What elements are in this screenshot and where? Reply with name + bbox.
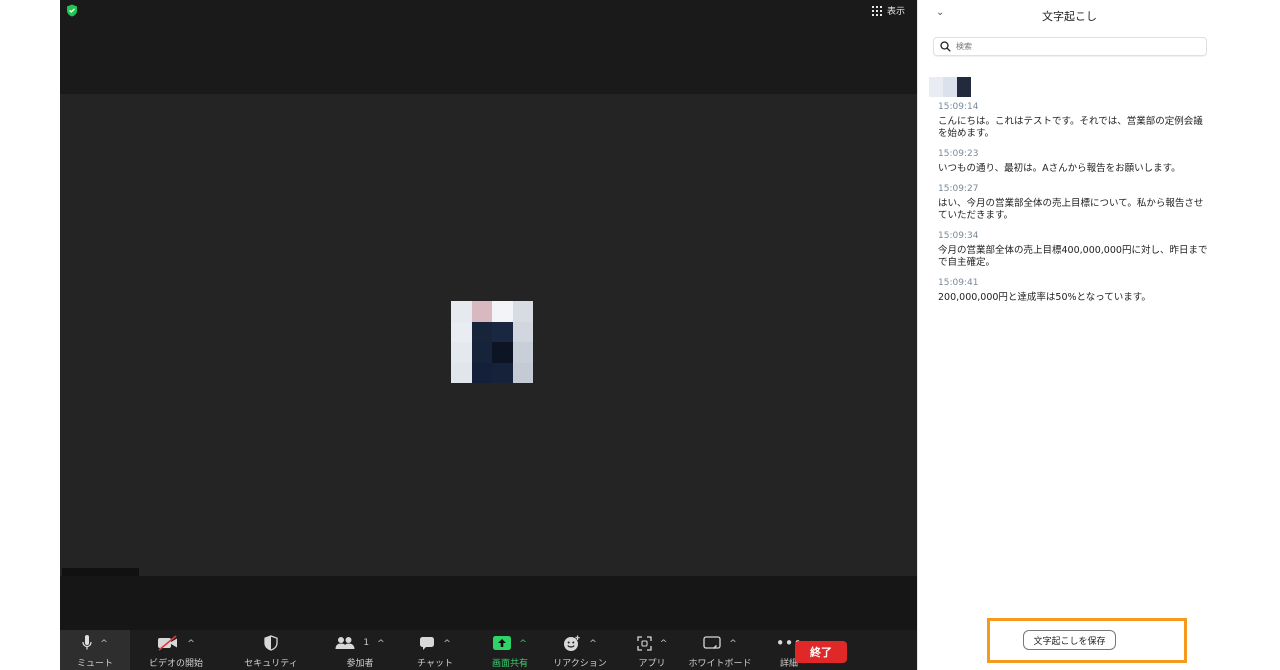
meeting-bottom-strip <box>60 576 917 630</box>
chevron-up-icon[interactable]: ^ <box>519 639 527 649</box>
avatar-pixel <box>512 321 533 342</box>
video-off-icon <box>158 635 178 651</box>
avatar-pixel <box>492 321 513 342</box>
chevron-up-icon[interactable]: ^ <box>729 639 737 649</box>
apps-label: アプリ <box>638 659 666 669</box>
video-area <box>60 94 917 576</box>
mute-label: ミュート <box>76 659 113 669</box>
save-transcript-button[interactable]: 文字起こしを保存 <box>1023 630 1116 650</box>
view-label: 表示 <box>886 7 905 17</box>
mute-button[interactable]: ^ ミュート <box>60 630 130 670</box>
avatar-pixel <box>512 362 533 383</box>
screen: 表示 ^ ミュート ^ ビデオの開始 セキュリティ 1 ^ 参加者 ^ チャット… <box>0 0 1280 670</box>
transcript-panel: ⌄ 文字起こし 15:09:14 こんにちは。これはテストです。それでは、営業部の… <box>917 0 1220 670</box>
chevron-up-icon[interactable]: ^ <box>660 639 668 649</box>
avatar-pixel <box>451 362 472 383</box>
avatar-pixel <box>451 321 472 342</box>
meeting-top-bar: 表示 <box>60 0 917 94</box>
avatar-pixel <box>471 321 492 342</box>
whiteboard-button[interactable]: ^ ホワイトボード <box>680 630 760 670</box>
whiteboard-label: ホワイトボード <box>688 659 752 669</box>
end-meeting-button[interactable]: 終了 <box>795 641 847 663</box>
chat-label: チャット <box>417 659 453 669</box>
avatar-pixel <box>451 301 472 322</box>
entry-text: いつもの通り、最初は。Aさんから報告をお願いします。 <box>938 163 1181 174</box>
participants-label: 参加者 <box>346 659 374 669</box>
avatar-pixel <box>471 301 492 322</box>
panel-title: 文字起こし <box>1042 10 1097 23</box>
transcript-header: ⌄ 文字起こし <box>918 0 1221 30</box>
participant-avatar <box>451 301 533 383</box>
transcript-list: 15:09:14 こんにちは。これはテストです。それでは、営業部の定例会議を始めま… <box>938 101 1208 312</box>
grid-icon <box>871 5 882 16</box>
transcript-search[interactable] <box>933 37 1207 56</box>
security-label: セキュリティ <box>244 659 298 669</box>
chat-button[interactable]: ^ チャット <box>405 630 465 670</box>
avatar-pixel <box>492 362 513 383</box>
avatar-pixel <box>492 342 513 363</box>
meeting-window: 表示 ^ ミュート ^ ビデオの開始 セキュリティ 1 ^ 参加者 ^ チャット… <box>60 0 917 670</box>
shield-icon[interactable] <box>66 4 78 17</box>
participants-button[interactable]: 1 ^ 参加者 <box>325 630 395 670</box>
entry-timestamp: 15:09:34 <box>938 231 979 241</box>
avatar-pixel <box>471 362 492 383</box>
avatar-pixel <box>471 342 492 363</box>
participants-icon <box>335 637 355 649</box>
participants-count: 1 <box>363 638 370 648</box>
transcript-entry: 15:09:34 今月の営業部全体の売上目標400,000,000円に対し、昨日ま… <box>938 230 1208 269</box>
start-video-button[interactable]: ^ ビデオの開始 <box>136 630 216 670</box>
meeting-toolbar: ^ ミュート ^ ビデオの開始 セキュリティ 1 ^ 参加者 ^ チャット ^ … <box>60 630 917 670</box>
search-input[interactable] <box>956 42 1196 51</box>
emoji-icon <box>564 635 580 651</box>
share-screen-icon <box>493 636 512 650</box>
entry-timestamp: 15:09:41 <box>938 278 979 288</box>
microphone-icon <box>82 635 92 650</box>
apps-button[interactable]: ^ アプリ <box>622 630 682 670</box>
chevron-up-icon[interactable]: ^ <box>100 639 108 649</box>
chevron-up-icon[interactable]: ^ <box>187 639 195 649</box>
view-button[interactable]: 表示 <box>871 4 905 17</box>
security-button[interactable]: セキュリティ <box>236 630 306 670</box>
chevron-up-icon[interactable]: ^ <box>443 639 451 649</box>
chevron-up-icon[interactable]: ^ <box>377 639 385 649</box>
transcript-entry: 15:09:41 200,000,000円と達成率は50%となっています。 <box>938 277 1208 304</box>
chevron-up-icon[interactable]: ^ <box>589 639 597 649</box>
reactions-label: リアクション <box>553 659 607 669</box>
apps-icon <box>637 635 652 651</box>
whiteboard-icon <box>703 635 721 649</box>
transcript-entry: 15:09:27 はい、今月の営業部全体の売上目標について。私から報告させていただ… <box>938 183 1208 222</box>
avatar-pixel <box>512 301 533 322</box>
search-icon <box>940 41 951 52</box>
entry-timestamp: 15:09:14 <box>938 102 979 112</box>
transcript-entry: 15:09:14 こんにちは。これはテストです。それでは、営業部の定例会議を始めま… <box>938 101 1208 140</box>
entry-text: はい、今月の営業部全体の売上目標について。私から報告させていただきます。 <box>938 198 1204 221</box>
share-screen-label: 画面共有 <box>491 659 528 669</box>
reactions-button[interactable]: ^ リアクション <box>540 630 620 670</box>
share-screen-button[interactable]: ^ 画面共有 <box>480 630 540 670</box>
avatar-pixel <box>451 342 472 363</box>
entry-timestamp: 15:09:27 <box>938 184 979 194</box>
transcript-entry: 15:09:23 いつもの通り、最初は。Aさんから報告をお願いします。 <box>938 148 1208 175</box>
entry-text: こんにちは。これはテストです。それでは、営業部の定例会議を始めます。 <box>938 116 1203 139</box>
avatar-pixel <box>492 301 513 322</box>
security-shield-icon <box>264 635 278 651</box>
chat-icon <box>420 636 435 650</box>
entry-timestamp: 15:09:23 <box>938 149 979 159</box>
avatar-pixel <box>512 342 533 363</box>
start-video-label: ビデオの開始 <box>148 659 203 669</box>
speaker-avatar <box>929 77 985 97</box>
entry-text: 200,000,000円と達成率は50%となっています。 <box>938 292 1151 303</box>
entry-text: 今月の営業部全体の売上目標400,000,000円に対し、昨日までで自主確定。 <box>938 245 1208 268</box>
